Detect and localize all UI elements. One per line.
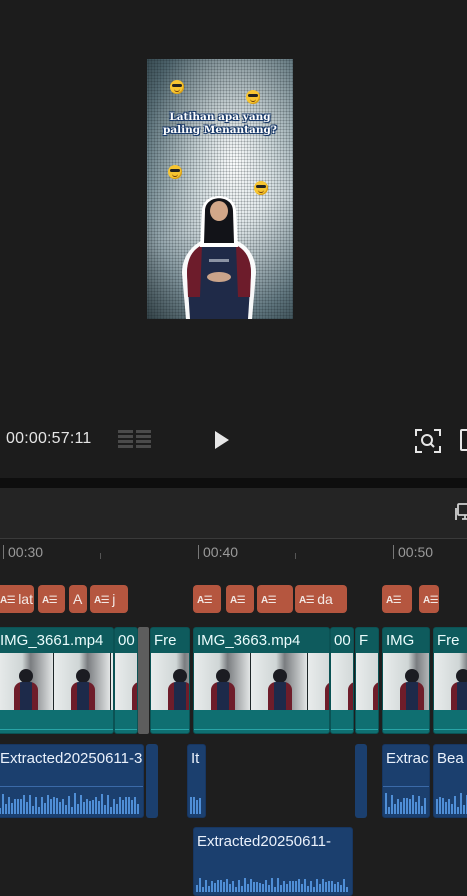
text-clip-icon: A☰	[94, 595, 110, 606]
current-timecode: 00:00:57:11	[6, 430, 92, 447]
text-clip-icon: A☰	[386, 595, 402, 606]
text-clip-icon: A☰	[42, 595, 58, 606]
video-clip-label: IMG_3663.mp4	[194, 628, 329, 653]
video-audio-strip	[434, 710, 467, 733]
video-clip[interactable]: IMG	[382, 627, 430, 734]
text-clip-icon: A☰	[197, 595, 213, 606]
audio-clip[interactable]	[146, 744, 158, 818]
audio-clip[interactable]: It	[187, 744, 206, 818]
ruler-label: 00:40	[198, 544, 238, 560]
caption-line-1: Latihan apa yang	[169, 111, 271, 123]
timeline-toolbar	[0, 488, 467, 538]
video-clip[interactable]: F	[355, 627, 379, 734]
timeline-ruler[interactable]: 00:30 00:40 00:50	[0, 538, 467, 566]
text-clip-label: lat	[18, 591, 33, 607]
audio-clip-label: Extrac	[386, 750, 429, 767]
text-clip-label: da	[317, 591, 333, 607]
video-clip[interactable]: IMG_3663.mp4	[193, 627, 330, 734]
video-thumbnails	[383, 653, 429, 710]
audio-clip-label: Extracted20250611-	[197, 833, 331, 850]
text-clip[interactable]: A☰ da	[295, 585, 347, 613]
clip-trim-handle[interactable]	[138, 627, 149, 734]
video-clip[interactable]: Fre	[150, 627, 190, 734]
text-clip[interactable]: A☰ lat	[0, 585, 34, 613]
audio-waveform	[0, 788, 141, 814]
audio-clip-label: Extracted20250611-3	[0, 750, 143, 767]
audio-clip[interactable]: Bea	[433, 744, 467, 818]
video-clip[interactable]: Fre	[433, 627, 467, 734]
video-thumbnails	[151, 653, 189, 710]
video-clip-label: Fre	[151, 628, 189, 653]
ruler-label: 00:50	[393, 544, 433, 560]
text-clip[interactable]: A☰ j	[90, 585, 128, 613]
text-clip[interactable]: A☰	[226, 585, 254, 613]
person-figure	[182, 196, 256, 319]
text-clip-label: j	[112, 591, 116, 607]
video-clip-label: Fre	[434, 628, 467, 653]
video-thumbnails	[331, 653, 353, 710]
preview-caption: Latihan apa yang paling Menantang?	[147, 111, 293, 137]
sunglasses-emoji-icon	[170, 80, 184, 94]
ruler-minor-tick	[100, 553, 101, 559]
video-clip-label: IMG	[383, 628, 429, 653]
play-icon[interactable]	[210, 429, 232, 451]
text-clip[interactable]: A	[69, 585, 87, 613]
ratio-icon[interactable]	[458, 429, 467, 451]
video-audio-strip	[194, 710, 329, 733]
audio-waveform	[190, 788, 203, 814]
smirk-emoji-icon	[246, 90, 260, 104]
audio-waveform	[436, 788, 467, 814]
audio-clip-label: Bea	[437, 750, 464, 767]
video-preview-panel: Latihan apa yang paling Menantang? 00:00…	[0, 0, 467, 478]
video-audio-strip	[151, 710, 189, 733]
video-thumbnails	[434, 653, 467, 710]
video-clip[interactable]: 00	[114, 627, 138, 734]
audio-clip[interactable]: Extracted20250611-3	[0, 744, 144, 818]
ruler-label: 00:30	[3, 544, 43, 560]
video-thumbnails	[115, 653, 137, 710]
video-audio-strip	[0, 710, 113, 733]
text-clip-icon: A☰	[230, 595, 246, 606]
text-clip-icon: A☰	[299, 595, 315, 606]
text-clip-label: A	[73, 591, 83, 607]
caption-line-2: paling Menantang?	[163, 124, 277, 136]
text-clip-icon: A☰	[261, 595, 277, 606]
video-clip-label: 00	[115, 628, 137, 653]
video-thumbnails	[356, 653, 378, 710]
text-clip[interactable]: A☰	[419, 585, 439, 613]
video-clip-label: F	[356, 628, 378, 653]
video-thumbnails	[194, 653, 329, 710]
video-audio-strip	[356, 710, 378, 733]
video-audio-strip	[331, 710, 353, 733]
video-clip-label: 00	[331, 628, 353, 653]
text-clip[interactable]: A☰	[382, 585, 412, 613]
video-clip[interactable]: 00	[330, 627, 354, 734]
text-clip[interactable]: A☰	[193, 585, 221, 613]
timeline-panel: 00:30 00:40 00:50 A☰ lat A☰ A A☰ j A☰ A☰ A…	[0, 488, 467, 896]
audio-waveform	[196, 874, 350, 892]
audio-clip[interactable]	[355, 744, 367, 818]
video-clip-label: IMG_3661.mp4	[0, 628, 113, 653]
video-clip[interactable]: IMG_3661.mp4	[0, 627, 114, 734]
text-clip-icon: A☰	[0, 595, 16, 606]
audio-waveform	[385, 788, 427, 814]
playback-controls: 00:00:57:11	[0, 420, 467, 460]
video-audio-strip	[383, 710, 429, 733]
panel-divider[interactable]	[0, 478, 467, 488]
video-thumbnails	[0, 653, 113, 710]
audio-meter-icon[interactable]	[118, 430, 154, 450]
audio-clip[interactable]: Extrac	[382, 744, 430, 818]
text-clip[interactable]: A☰	[257, 585, 293, 613]
ruler-minor-tick	[295, 553, 296, 559]
text-clip-icon: A☰	[423, 595, 439, 606]
preview-frame[interactable]: Latihan apa yang paling Menantang?	[147, 59, 293, 319]
audio-clip-label: It	[191, 750, 200, 767]
zoom-fit-icon[interactable]	[414, 428, 442, 454]
text-clip[interactable]: A☰	[38, 585, 65, 613]
monitor-icon[interactable]	[454, 502, 467, 524]
audio-clip[interactable]: Extracted20250611-	[193, 827, 353, 896]
video-audio-strip	[115, 710, 137, 733]
